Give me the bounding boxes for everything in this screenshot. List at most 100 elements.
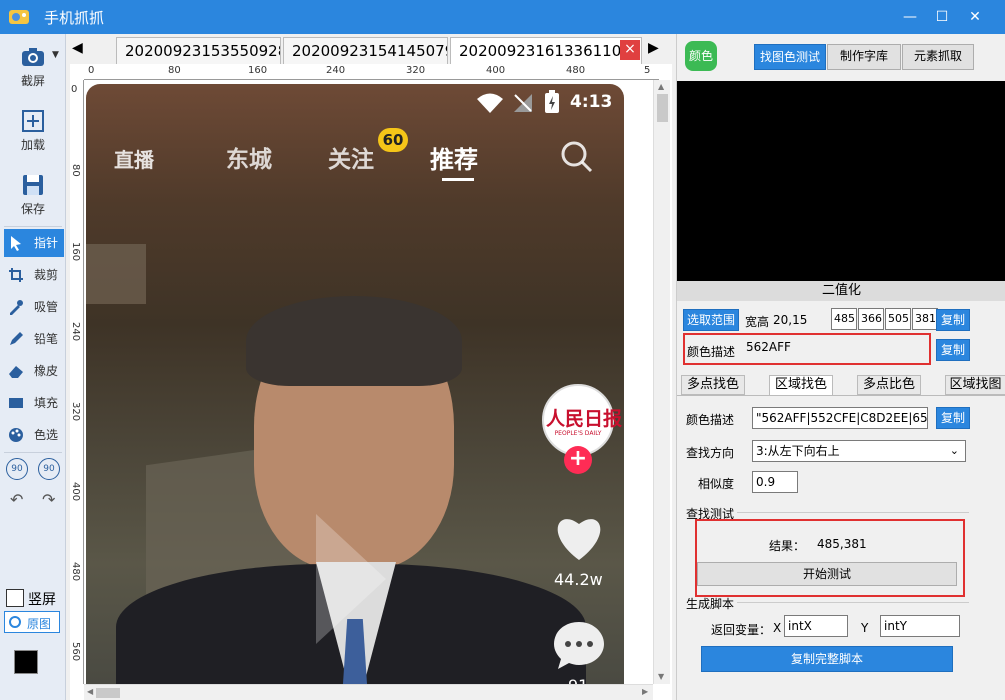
heart-icon[interactable] <box>552 512 606 562</box>
start-test-button[interactable]: 开始测试 <box>697 562 957 586</box>
load-button[interactable]: 加载 <box>0 108 66 153</box>
screenshot-dropdown-icon[interactable]: ▼ <box>52 50 59 60</box>
portrait-label: 竖屏 <box>28 592 56 608</box>
phone-nav-follow[interactable]: 关注 <box>328 140 374 174</box>
close-button[interactable]: ✕ <box>960 6 990 28</box>
tab-element-capture[interactable]: 元素抓取 <box>902 44 974 70</box>
subtab-multi-point-find[interactable]: 多点找色 <box>681 375 745 395</box>
tab-scroll-left-icon[interactable]: ◀ <box>72 40 83 56</box>
tab-make-font[interactable]: 制作字库 <box>827 44 901 70</box>
crop-label: 裁剪 <box>34 268 59 282</box>
tab-close-button[interactable]: × <box>620 40 640 60</box>
horizontal-scroll-thumb[interactable] <box>96 688 120 698</box>
group-divider <box>737 602 969 603</box>
copy-color-desc-button[interactable]: 复制 <box>936 339 970 361</box>
right-panel: 颜色 找图色测试 制作字库 元素抓取 二值化 选取范围 宽高 20,15 485… <box>676 34 1005 700</box>
coord-x2-field[interactable]: 505 <box>885 308 911 330</box>
undo-icon[interactable]: ↶ <box>10 490 23 509</box>
color-select-tool[interactable]: 色选 <box>4 421 64 449</box>
image-canvas[interactable]: 0 80 160 240 320 400 480 5 0 80 160 240 … <box>70 64 672 700</box>
coord-y2-field[interactable]: 381 <box>912 308 938 330</box>
ruler-h-label: 240 <box>326 65 346 76</box>
ruler-v-label: 160 <box>70 242 81 262</box>
pencil-tool[interactable]: 铅笔 <box>4 325 64 353</box>
tab-file-1[interactable]: 20200923153550928 <box>116 37 281 64</box>
vertical-scroll-thumb[interactable] <box>657 94 668 122</box>
search-icon[interactable] <box>560 140 594 174</box>
maximize-button[interactable]: ☐ <box>927 6 957 28</box>
ruler-v-label: 240 <box>70 322 81 342</box>
pointer-label: 指针 <box>34 236 59 250</box>
crop-tool[interactable]: 裁剪 <box>4 261 64 289</box>
phone-nav-city[interactable]: 东城 <box>226 140 272 174</box>
direction-label: 查找方向 <box>686 446 735 460</box>
coord-x1-field[interactable]: 485 <box>831 308 857 330</box>
cursor-icon <box>11 236 21 251</box>
color-desc2-label: 颜色描述 <box>686 413 735 427</box>
floppy-icon <box>23 175 43 195</box>
ruler-h-label: 160 <box>248 65 268 76</box>
minimize-button[interactable]: — <box>895 6 925 28</box>
tab-file-2[interactable]: 20200923154145079 <box>283 37 448 64</box>
fill-tool[interactable]: 填充 <box>4 389 64 417</box>
picker-tool[interactable]: 吸管 <box>4 293 64 321</box>
original-button[interactable]: 原图 <box>4 611 60 633</box>
color-button[interactable]: 颜色 <box>685 41 717 71</box>
portrait-checkbox[interactable] <box>6 589 24 607</box>
eyedropper-icon <box>10 300 23 315</box>
wh-value: 20,15 <box>773 313 808 327</box>
rotate-right-button[interactable]: 90 <box>38 458 60 480</box>
copy-coords-button[interactable]: 复制 <box>936 309 970 331</box>
scroll-up-icon[interactable]: ▲ <box>658 82 664 91</box>
wall-tower-shape <box>86 244 146 304</box>
ruler-h-label: 320 <box>406 65 426 76</box>
coord-y1-field[interactable]: 366 <box>858 308 884 330</box>
color-desc-field[interactable]: 562AFF <box>743 337 927 359</box>
save-button[interactable]: 保存 <box>0 172 66 217</box>
return-var-label: 返回变量： <box>711 623 772 637</box>
direction-select[interactable]: 3:从左下向右上 ⌄ <box>752 440 966 462</box>
ruler-v-label: 400 <box>70 482 81 502</box>
eraser-tool[interactable]: 橡皮 <box>4 357 64 385</box>
subtab-region-find-image[interactable]: 区域找图 <box>945 375 1005 395</box>
phone-nav-recommend[interactable]: 推荐 <box>430 140 478 175</box>
rotate-left-button[interactable]: 90 <box>6 458 28 480</box>
copy-full-script-button[interactable]: 复制完整脚本 <box>701 646 953 672</box>
y-var-field[interactable]: intY <box>880 615 960 637</box>
pencil-label: 铅笔 <box>34 332 59 346</box>
scroll-down-icon[interactable]: ▼ <box>658 672 664 681</box>
copy-color-desc2-button[interactable]: 复制 <box>936 407 970 429</box>
battery-charging-icon <box>545 90 559 113</box>
vertical-scrollbar[interactable]: ▲ ▼ <box>653 80 670 684</box>
no-signal-icon <box>514 94 532 112</box>
select-range-button[interactable]: 选取范围 <box>683 309 739 331</box>
pencil-icon <box>10 332 23 345</box>
toolbar-divider <box>4 452 62 453</box>
phone-screenshot[interactable]: 4:13 直播 东城 关注 60 推荐 人民日报 PEOPLE'S DAILY … <box>86 84 624 684</box>
like-count: 44.2w <box>554 570 603 589</box>
similarity-field[interactable]: 0.9 <box>752 471 798 493</box>
group-divider <box>737 512 969 513</box>
ruler-h-label: 5 <box>644 65 651 76</box>
follow-plus-icon[interactable]: + <box>564 446 592 474</box>
pointer-tool[interactable]: 指针 <box>4 229 64 257</box>
color-desc2-field[interactable]: "562AFF|552CFE|C8D2EE|656364|4 <box>752 407 928 429</box>
left-toolbar: 截屏 ▼ 加载 保存 指针 裁剪 吸管 铅笔 橡皮 填充 色选 90 90 ↶ … <box>0 34 66 700</box>
comment-count: 91 <box>568 676 588 684</box>
chevron-down-icon: ⌄ <box>949 444 959 457</box>
redo-icon[interactable]: ↷ <box>42 490 55 509</box>
x-var-field[interactable]: intX <box>784 615 848 637</box>
subtab-region-find-color[interactable]: 区域找色 <box>769 375 833 395</box>
comment-icon[interactable] <box>552 620 606 670</box>
tab-find-color-test[interactable]: 找图色测试 <box>754 44 826 70</box>
scroll-left-icon[interactable]: ◀ <box>87 687 93 696</box>
tab-file-3-label: 20200923161336110 <box>459 42 622 60</box>
tab-file-3[interactable]: 20200923161336110 <box>450 37 642 64</box>
scroll-right-icon[interactable]: ▶ <box>642 687 648 696</box>
subtab-multi-point-compare[interactable]: 多点比色 <box>857 375 921 395</box>
horizontal-scrollbar[interactable]: ◀ ▶ <box>84 684 653 700</box>
ruler-h-label: 80 <box>168 65 181 76</box>
foreground-color-swatch[interactable] <box>14 650 38 674</box>
tab-scroll-right-icon[interactable]: ▶ <box>648 40 659 56</box>
phone-nav-live[interactable]: 直播 <box>114 144 154 173</box>
